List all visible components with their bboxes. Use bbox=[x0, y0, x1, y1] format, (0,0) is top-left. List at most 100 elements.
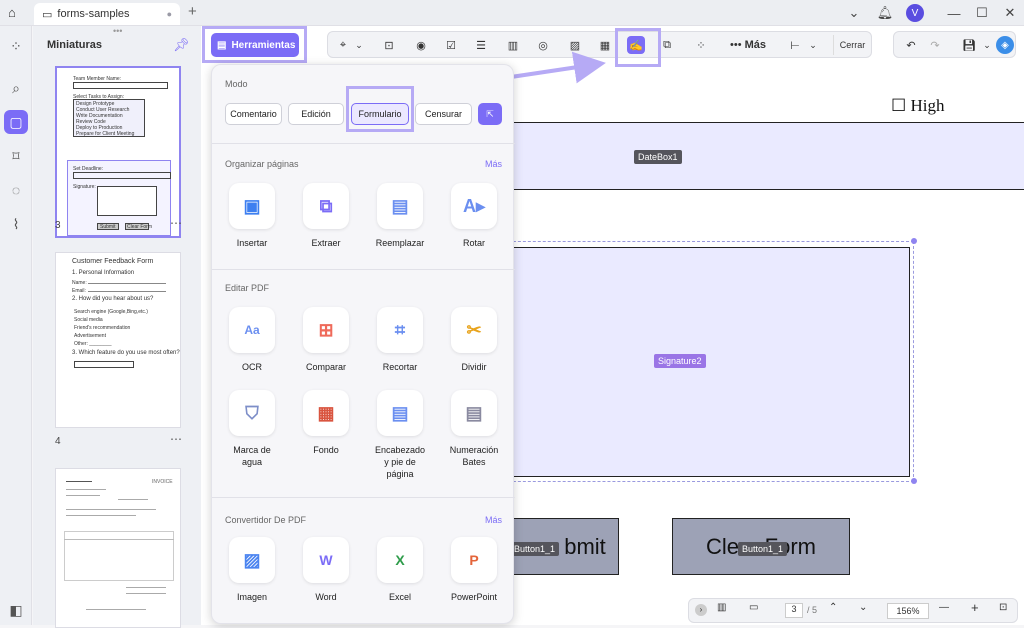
tool-encabezado[interactable]: ▤ Encabezado y pie de página bbox=[363, 390, 437, 480]
tool-word[interactable]: W Word bbox=[289, 537, 363, 603]
thumbnail-page-3[interactable]: Team Member Name: Select Tasks to Assign… bbox=[55, 66, 181, 238]
grid-icon[interactable]: ⁘ bbox=[4, 34, 28, 58]
checkbox-icon[interactable]: ☑ bbox=[442, 36, 460, 54]
tool-ocr[interactable]: Aa OCR bbox=[215, 307, 289, 373]
tool-marca-de-agua[interactable]: ⛉ Marca de agua bbox=[215, 390, 289, 468]
next-page-icon[interactable]: ⌄ bbox=[859, 602, 867, 613]
resize-handle[interactable] bbox=[911, 238, 917, 244]
tool-insertar[interactable]: ▣ Insertar bbox=[215, 183, 289, 249]
tool-reemplazar[interactable]: ▤ Reemplazar bbox=[363, 183, 437, 249]
pin-icon[interactable]: 📌︎ bbox=[173, 37, 190, 53]
share-icon[interactable]: ⇱ bbox=[478, 103, 502, 125]
home-icon[interactable]: ⌂ bbox=[8, 5, 16, 20]
redo-icon[interactable]: ↷ bbox=[926, 36, 944, 54]
thumbnail-page-4[interactable]: Customer Feedback Form 1. Personal Infor… bbox=[55, 252, 181, 428]
high-checkbox-label[interactable]: ☐ High bbox=[891, 96, 945, 116]
tab-close-dot-icon[interactable]: ● bbox=[167, 9, 172, 19]
submit-button-text: bmit bbox=[564, 533, 606, 559]
fit-page-icon[interactable]: ⊡ bbox=[999, 602, 1007, 613]
tool-label: Rotar bbox=[462, 238, 485, 248]
tool-dividir[interactable]: ✂ Dividir bbox=[437, 307, 511, 373]
ai-assistant-icon[interactable]: ◈ bbox=[996, 36, 1014, 54]
document-tab[interactable]: ▭ forms-samples ● bbox=[34, 3, 180, 25]
thumb-line bbox=[66, 509, 156, 510]
tool-numeracion-bates[interactable]: ▤ Numeración Bates bbox=[437, 390, 511, 468]
datebox-field[interactable] bbox=[481, 122, 1024, 190]
attachment-icon[interactable]: ⌇ bbox=[4, 212, 28, 236]
chevron-down-icon[interactable]: ⌄ bbox=[350, 36, 368, 54]
date-field-icon[interactable]: ▦ bbox=[596, 36, 614, 54]
combo-box-icon[interactable]: ☰ bbox=[472, 36, 490, 54]
thumb-field bbox=[73, 172, 171, 179]
panel-title: Miniaturas bbox=[47, 39, 103, 51]
comment-icon[interactable]: ◌ bbox=[4, 178, 28, 202]
text-field-icon[interactable]: ⊡ bbox=[380, 36, 398, 54]
minimize-icon[interactable]: — bbox=[943, 3, 965, 23]
organizar-more-link[interactable]: Más bbox=[485, 159, 502, 169]
more-icon[interactable]: ⋯ bbox=[170, 216, 183, 230]
mode-edicion[interactable]: Edición bbox=[288, 103, 344, 125]
thumb-line bbox=[126, 587, 166, 588]
avatar[interactable]: V bbox=[906, 4, 924, 22]
insert-icon: ▣ bbox=[229, 183, 275, 229]
image-icon: ▨ bbox=[229, 537, 275, 583]
close-icon[interactable]: ✕ bbox=[999, 3, 1021, 23]
thumb-text: Advertisement bbox=[74, 333, 106, 339]
highlight-signature-tool bbox=[615, 28, 661, 67]
thumb-text: INVOICE bbox=[152, 479, 173, 485]
maximize-icon[interactable]: ☐ bbox=[971, 3, 993, 23]
bell-icon[interactable]: 🔔︎ bbox=[874, 3, 896, 23]
tool-label: OCR bbox=[242, 362, 262, 372]
extract-icon: ⧉ bbox=[303, 183, 349, 229]
thumb-text: Search engine (Google,Bing,etc.) bbox=[74, 309, 148, 315]
tool-fondo[interactable]: ▦ Fondo bbox=[289, 390, 363, 456]
more-options-icon[interactable]: ⁘ bbox=[692, 36, 710, 54]
chevron-down-icon[interactable]: ⌄ bbox=[804, 36, 822, 54]
crop-icon: ⌗ bbox=[377, 307, 423, 353]
page-input[interactable]: 3 bbox=[785, 603, 803, 618]
drag-handle-icon[interactable]: ••• bbox=[113, 26, 122, 36]
layers-icon[interactable]: ◧ bbox=[4, 598, 28, 622]
chevron-down-icon[interactable]: ⌄ bbox=[978, 36, 996, 54]
align-icon[interactable]: ⊢ bbox=[786, 36, 804, 54]
thumbnails-icon[interactable]: ▢ bbox=[4, 110, 28, 134]
tool-extraer[interactable]: ⧉ Extraer bbox=[289, 183, 363, 249]
resize-handle[interactable] bbox=[911, 478, 917, 484]
image-field-icon[interactable]: ▨ bbox=[566, 36, 584, 54]
zoom-out-icon[interactable]: — bbox=[939, 602, 949, 613]
more-button[interactable]: ••• Más bbox=[728, 36, 768, 54]
presentation-icon[interactable]: ▭ bbox=[749, 602, 758, 613]
undo-icon[interactable]: ↶ bbox=[902, 36, 920, 54]
zoom-level[interactable]: 156% bbox=[887, 603, 929, 619]
prev-page-icon[interactable]: ⌃ bbox=[829, 602, 837, 613]
expand-icon[interactable]: › bbox=[695, 604, 707, 616]
cerrar-button[interactable]: Cerrar bbox=[833, 35, 871, 55]
powerpoint-icon: P bbox=[451, 537, 497, 583]
tools-dropdown-panel: Modo Comentario Edición Formulario Censu… bbox=[211, 64, 515, 624]
mode-comentario[interactable]: Comentario bbox=[225, 103, 282, 125]
thumbnail-page-5[interactable]: INVOICE bbox=[55, 468, 181, 628]
tool-powerpoint[interactable]: P PowerPoint bbox=[437, 537, 511, 603]
button-field-icon[interactable]: ◎ bbox=[534, 36, 552, 54]
list-box-icon[interactable]: ▥ bbox=[504, 36, 522, 54]
zoom-in-icon[interactable]: + bbox=[971, 600, 979, 615]
tool-comparar[interactable]: ⊞ Comparar bbox=[289, 307, 363, 373]
mode-censurar[interactable]: Censurar bbox=[415, 103, 472, 125]
save-icon[interactable]: 💾︎ bbox=[960, 36, 978, 54]
reading-mode-icon[interactable]: ▥ bbox=[717, 602, 726, 613]
bookmark-icon[interactable]: ⌑ bbox=[4, 144, 28, 168]
tool-recortar[interactable]: ⌗ Recortar bbox=[363, 307, 437, 373]
convertidor-more-link[interactable]: Más bbox=[485, 515, 502, 525]
tool-label: Fondo bbox=[313, 445, 339, 455]
thumb-text: Clear Form bbox=[127, 224, 153, 230]
add-tab-button[interactable]: + bbox=[188, 3, 197, 20]
tool-label: Extraer bbox=[311, 238, 341, 248]
chevron-down-icon[interactable]: ⌄ bbox=[843, 3, 865, 23]
radio-button-icon[interactable]: ◉ bbox=[412, 36, 430, 54]
search-icon[interactable]: ⌕ bbox=[4, 76, 28, 100]
clear-tag: Button1_1 bbox=[738, 542, 788, 556]
tool-excel[interactable]: X Excel bbox=[363, 537, 437, 603]
more-icon[interactable]: ⋯ bbox=[170, 432, 183, 446]
tool-imagen[interactable]: ▨ Imagen bbox=[215, 537, 289, 603]
tool-rotar[interactable]: A▸ Rotar bbox=[437, 183, 511, 249]
